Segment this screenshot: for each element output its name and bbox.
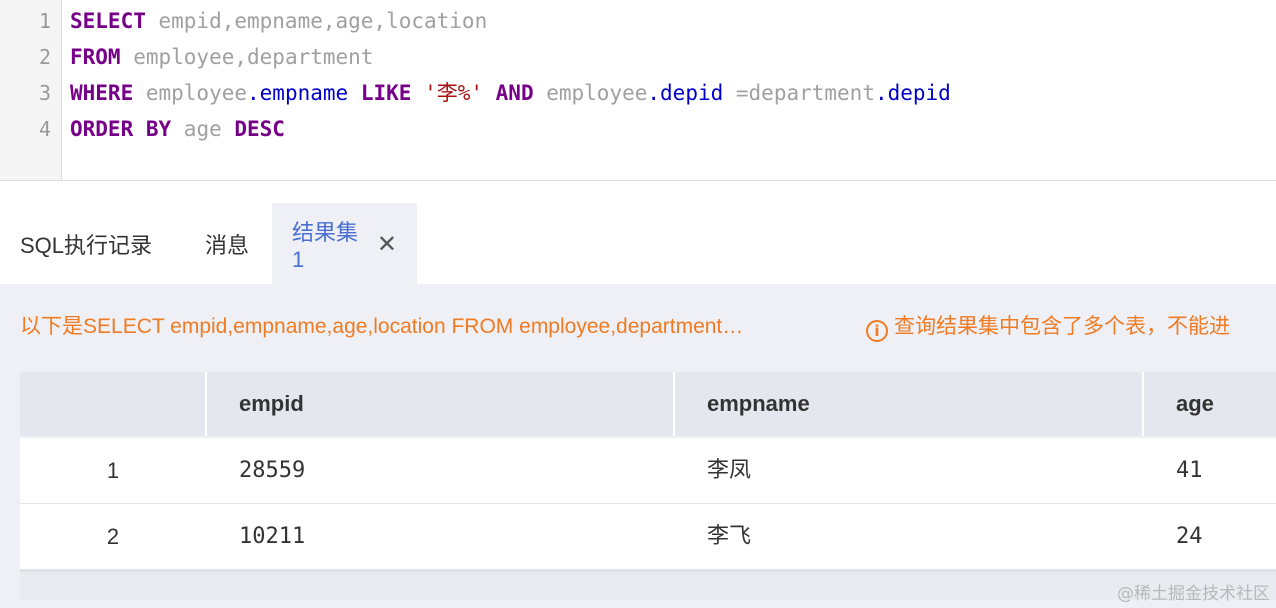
code-line-2[interactable]: FROM employee,department xyxy=(70,39,373,75)
code-token: FROM xyxy=(70,45,121,69)
column-header-empid[interactable]: empid xyxy=(239,372,304,436)
code-token: SELECT xyxy=(70,9,146,33)
result-panel: 以下是SELECT empid,empname,age,location FRO… xyxy=(0,284,1276,608)
cell-empid[interactable]: 10211 xyxy=(239,504,305,570)
row-index: 1 xyxy=(106,458,120,483)
code-token: AND xyxy=(495,81,534,105)
code-token: ORDER BY xyxy=(70,117,172,141)
row-index: 2 xyxy=(106,524,120,549)
warning-label: 查询结果集中包含了多个表，不能进 xyxy=(894,315,1230,338)
table-row[interactable]: 1 28559 李凤 41 xyxy=(20,438,1276,504)
code-token: age xyxy=(171,117,235,141)
sql-editor[interactable]: 1 2 3 4 SELECT empid,empname,age,locatio… xyxy=(0,0,1276,181)
code-token: =department xyxy=(723,81,875,105)
warning-text: i 查询结果集中包含了多个表，不能进 xyxy=(866,312,1230,342)
code-token: '李%' xyxy=(424,81,483,105)
code-line-4[interactable]: ORDER BY age DESC xyxy=(70,111,285,147)
line-number: 1 xyxy=(38,9,51,33)
grid-footer xyxy=(20,570,1276,600)
cell-age[interactable]: 41 xyxy=(1176,438,1203,504)
cell-age[interactable]: 24 xyxy=(1176,504,1203,570)
column-divider[interactable] xyxy=(1142,372,1144,436)
tab-sql-history[interactable]: SQL执行记录 xyxy=(20,203,152,284)
line-number: 2 xyxy=(38,45,51,69)
close-icon[interactable]: ✕ xyxy=(377,230,397,258)
tab-messages[interactable]: 消息 xyxy=(205,203,249,284)
column-header-age[interactable]: age xyxy=(1176,372,1214,436)
code-token: WHERE xyxy=(70,81,134,105)
code-token: employee xyxy=(133,81,248,105)
cell-empname[interactable]: 李飞 xyxy=(707,504,751,570)
line-number: 4 xyxy=(38,117,51,141)
code-line-1[interactable]: SELECT empid,empname,age,location xyxy=(70,3,487,39)
code-line-3[interactable]: WHERE employee.empname LIKE '李%' AND emp… xyxy=(70,75,951,111)
code-token: employee,department xyxy=(120,45,374,69)
code-token: .depid xyxy=(874,81,951,105)
code-token: empid,empname,age,location xyxy=(145,9,488,33)
line-number: 3 xyxy=(38,81,51,105)
result-message: 以下是SELECT empid,empname,age,location FRO… xyxy=(20,312,1230,342)
code-token: DESC xyxy=(234,117,285,141)
table-row[interactable]: 2 10211 李飞 24 xyxy=(20,504,1276,570)
code-token: .depid xyxy=(647,81,724,105)
watermark: @稀土掘金技术社区 xyxy=(1117,584,1270,604)
tab-result-set-1-label: 结果集1 xyxy=(292,219,359,272)
query-summary-text: 以下是SELECT empid,empname,age,location FRO… xyxy=(20,315,744,338)
tab-result-set-1[interactable]: 结果集1 ✕ xyxy=(272,203,417,284)
code-token: LIKE xyxy=(360,81,412,105)
column-header-empname[interactable]: empname xyxy=(707,372,810,436)
line-number-gutter: 1 2 3 4 xyxy=(0,0,62,180)
grid-header: empid empname age xyxy=(20,372,1276,436)
column-divider[interactable] xyxy=(205,372,207,436)
cell-empname[interactable]: 李凤 xyxy=(707,438,751,504)
info-icon: i xyxy=(866,320,888,342)
code-token: employee xyxy=(533,81,648,105)
result-tab-bar: SQL执行记录 消息 结果集1 ✕ xyxy=(0,181,1276,284)
code-token: .empname xyxy=(247,81,349,105)
cell-empid[interactable]: 28559 xyxy=(239,438,305,504)
column-divider[interactable] xyxy=(673,372,675,436)
